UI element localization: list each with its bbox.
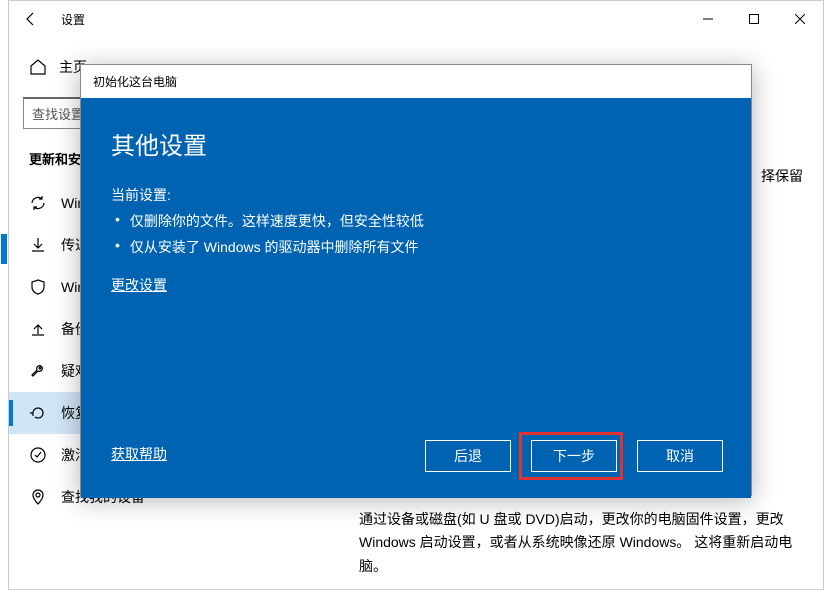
maximize-button[interactable]: [731, 1, 777, 37]
sync-icon: [29, 194, 47, 212]
dialog-current-label: 当前设置:: [111, 185, 721, 205]
selection-marker: [1, 234, 7, 264]
content-bottom-paragraph: 通过设备或磁盘(如 U 盘或 DVD)启动，更改你的电脑固件设置，更改 Wind…: [359, 508, 799, 579]
shield-icon: [29, 278, 47, 296]
download-icon: [29, 236, 47, 254]
bullet-text: 仅从安装了 Windows 的驱动器中删除所有文件: [130, 237, 419, 257]
dialog-buttons: 后退 下一步 取消: [425, 440, 723, 472]
next-button[interactable]: 下一步: [531, 440, 617, 472]
wrench-icon: [29, 362, 47, 380]
recovery-icon: [29, 404, 47, 422]
dialog-bullet: 仅从安装了 Windows 的驱动器中删除所有文件: [111, 237, 721, 257]
bullet-text: 仅删除你的文件。这样速度更快，但安全性较低: [130, 211, 424, 231]
back-button[interactable]: [9, 1, 53, 37]
dialog-bullet: 仅删除你的文件。这样速度更快，但安全性较低: [111, 211, 721, 231]
minimize-button[interactable]: [685, 1, 731, 37]
arrow-left-icon: [23, 11, 39, 27]
titlebar: 设置: [9, 1, 823, 37]
close-icon: [795, 14, 805, 24]
close-button[interactable]: [777, 1, 823, 37]
minimize-icon: [703, 14, 713, 24]
check-circle-icon: [29, 446, 47, 464]
home-icon: [29, 58, 47, 76]
window-controls: [685, 1, 823, 37]
maximize-icon: [749, 14, 759, 24]
window-title: 设置: [61, 11, 85, 28]
back-button[interactable]: 后退: [425, 440, 511, 472]
search-placeholder: 查找设置: [32, 104, 84, 123]
location-icon: [29, 488, 47, 506]
cancel-button[interactable]: 取消: [637, 440, 723, 472]
reset-pc-dialog: 初始化这台电脑 其他设置 当前设置: 仅删除你的文件。这样速度更快，但安全性较低…: [80, 64, 752, 496]
upload-icon: [29, 320, 47, 338]
dialog-body: 其他设置 当前设置: 仅删除你的文件。这样速度更快，但安全性较低 仅从安装了 W…: [81, 98, 751, 498]
change-settings-link[interactable]: 更改设置: [111, 275, 167, 295]
content-text-snippet: 择保留: [761, 166, 803, 186]
get-help-link[interactable]: 获取帮助: [111, 444, 167, 464]
dialog-heading: 其他设置: [111, 126, 721, 161]
dialog-title: 初始化这台电脑: [81, 65, 751, 98]
